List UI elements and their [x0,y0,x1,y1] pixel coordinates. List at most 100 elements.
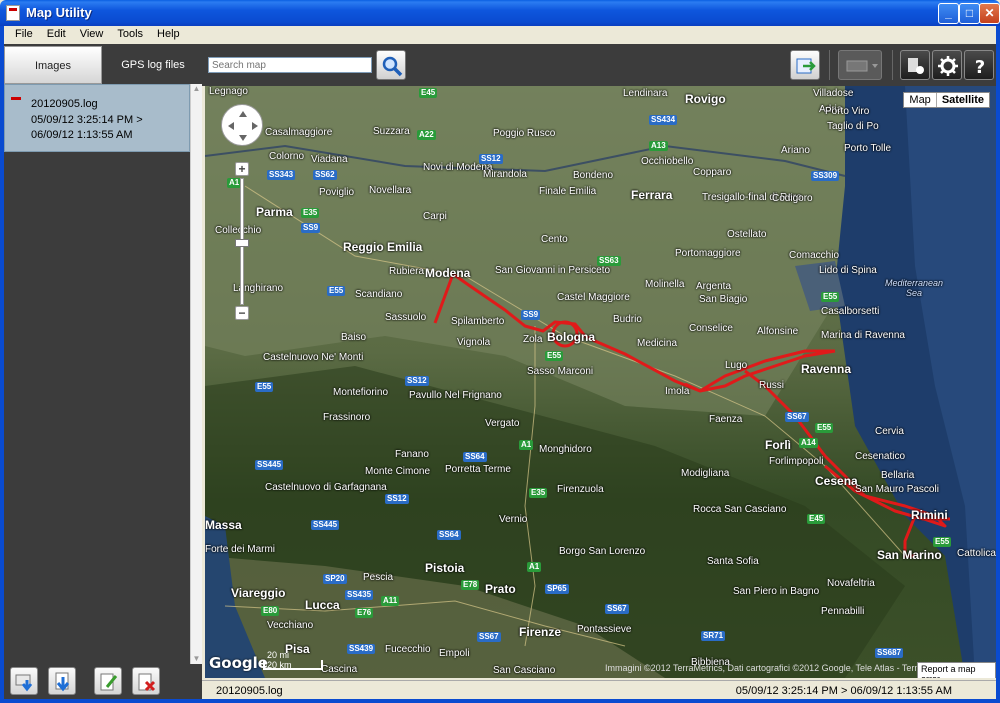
map-place-label: Cento [541,234,568,245]
export-icon [796,58,816,74]
map-place-label: Porto Viro [825,106,870,117]
map-place-label: Suzzara [373,126,410,137]
map-place-label: Lugo [725,360,748,371]
map-type-satellite-button[interactable]: Satellite [935,93,989,107]
minimize-button[interactable]: _ [938,3,959,24]
map-place-label: Castel Maggiore [557,292,630,303]
download-button[interactable] [48,667,76,695]
import-files-button[interactable] [10,667,38,695]
road-shield: SS67 [477,632,501,642]
road-shield: SS439 [347,644,376,654]
road-shield: E55 [815,423,834,433]
import-icon [15,674,33,692]
search-button[interactable] [376,50,406,80]
title-bar: Map Utility _ □ ✕ [0,0,1000,26]
delete-file-button[interactable] [132,667,160,695]
status-time-range: 05/09/12 3:25:14 PM > 06/09/12 1:13:55 A… [735,685,952,697]
search-input[interactable] [208,57,372,73]
road-shield: SS687 [875,648,904,658]
layer-dropdown[interactable] [838,50,882,80]
menu-help[interactable]: Help [150,26,187,42]
pan-control[interactable] [221,104,263,146]
map-place-label: Sasso Marconi [527,366,594,377]
map-place-label: Portomaggiore [675,248,741,259]
map-place-label: Massa [205,518,242,532]
map-place-label: Faenza [709,414,743,425]
road-shield: SS343 [267,170,296,180]
map-place-label: Molinella [645,279,685,290]
road-shield: E45 [419,88,438,98]
map-place-label: Cesena [815,474,858,488]
road-shield: A1 [527,562,542,572]
report-map-error-link[interactable]: Report a map error [917,662,996,678]
map-place-label: Viadana [311,154,348,165]
toolbar-separator [829,50,830,80]
map-place-label: San Piero in Bagno [733,586,820,597]
map-place-label: Cesenatico [855,451,906,462]
map-place-label: Bondeno [573,170,614,181]
map-place-label: Forlimpopoli [769,456,824,467]
map-copyright: Immagini ©2012 TerraMetrics, Dati cartog… [605,663,955,673]
road-shield: SS63 [597,256,621,266]
map-place-label: Taglio di Po [827,121,879,132]
edit-icon [100,673,118,691]
export-button[interactable] [790,50,820,80]
road-shield: A13 [649,141,668,151]
zoom-out-button[interactable]: − [235,306,249,320]
map-toolbar: ? [202,44,996,86]
google-logo: Google [209,654,268,672]
road-shield: E55 [255,382,274,392]
map-place-label: Vernio [499,514,528,525]
menu-edit[interactable]: Edit [40,26,73,42]
gps-file-list: 20120905.log 05/09/12 3:25:14 PM > 06/09… [4,84,190,664]
map-place-label: Monte Cimone [365,466,431,477]
maximize-button[interactable]: □ [959,3,980,24]
map-view[interactable]: Legnago Lendinara Rovigo Villadose Adria… [205,86,996,678]
map-place-label: Ariano [781,145,810,156]
help-button[interactable]: ? [964,50,994,80]
road-shield: A1 [519,440,534,450]
menu-view[interactable]: View [73,26,111,42]
settings-button[interactable] [932,50,962,80]
map-type-map-button[interactable]: Map [904,93,935,107]
map-place-label: San Mauro Pascoli [855,484,939,495]
menu-file[interactable]: File [8,26,40,42]
scroll-up-icon[interactable]: ▲ [191,84,202,94]
svg-text:?: ? [975,57,985,77]
map-place-label: Rovigo [685,92,726,106]
list-item[interactable]: 20120905.log 05/09/12 3:25:14 PM > 06/09… [4,84,190,152]
map-place-label: Ravenna [801,362,852,376]
tab-gps-log-files[interactable]: GPS log files [104,46,202,84]
road-shield: SS9 [301,223,321,233]
scroll-down-icon[interactable]: ▼ [191,654,202,664]
map-place-label: Argenta [696,281,732,292]
map-type-switch: Map Satellite [903,92,990,108]
map-place-label: Budrio [613,314,642,325]
map-place-label: Pennabilli [821,606,865,617]
file-list-scrollbar[interactable]: ▲ ▼ [190,84,202,664]
menu-bar: File Edit View Tools Help [0,26,1000,44]
road-shield: SS67 [605,604,629,614]
road-shield: E78 [461,580,480,590]
help-icon: ? [975,57,985,77]
map-place-label: Pescia [363,572,394,583]
sea-label: Mediterranean Sea [885,278,944,298]
edit-file-button[interactable] [94,667,122,695]
map-place-label: Collecchio [215,225,262,236]
map-place-label: Colorno [269,151,305,162]
road-shield: SS64 [463,452,487,462]
gps-settings-button[interactable] [900,50,930,80]
zoom-in-button[interactable]: + [235,162,249,176]
road-shield: E45 [807,514,826,524]
left-panel: Images GPS log files 20120905.log 05/09/… [4,44,202,699]
map-place-label: Lendinara [623,88,668,99]
map-place-label: Santa Sofia [707,556,759,567]
search-icon [382,56,403,77]
close-button[interactable]: ✕ [979,3,1000,24]
menu-tools[interactable]: Tools [110,26,150,42]
map-place-label: Prato [485,582,516,596]
zoom-slider-handle[interactable] [235,239,249,247]
tab-images[interactable]: Images [4,46,102,84]
map-place-label: Russi [759,380,785,391]
map-place-label: Casalmaggiore [265,127,333,138]
